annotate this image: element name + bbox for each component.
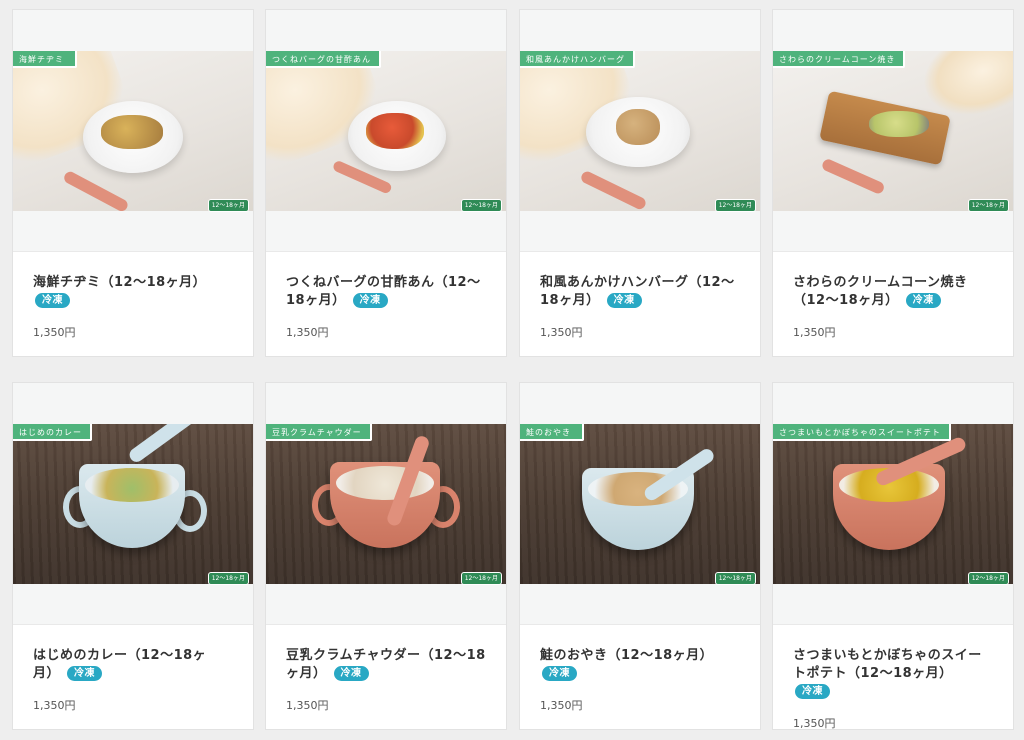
image-title-tag: さわらのクリームコーン焼き	[773, 51, 906, 68]
image-title-tag: さつまいもとかぼちゃのスイートポテト	[773, 424, 951, 441]
product-title[interactable]: 豆乳クラムチャウダー（12〜18ヶ月） 冷凍	[286, 647, 486, 683]
food-photo	[266, 51, 506, 211]
food-photo	[266, 424, 506, 584]
product-title[interactable]: さわらのクリームコーン焼き（12〜18ヶ月） 冷凍	[793, 274, 993, 310]
product-title[interactable]: 海鮮チヂミ（12〜18ヶ月） 冷凍	[33, 274, 233, 310]
frozen-badge: 冷凍	[35, 293, 70, 308]
product-card[interactable]: さわらのクリームコーン焼き 12〜18ヶ月 さわらのクリームコーン焼き（12〜1…	[772, 9, 1014, 357]
age-badge: 12〜18ヶ月	[460, 199, 502, 212]
product-price: 1,350円	[33, 699, 76, 712]
age-badge: 12〜18ヶ月	[967, 572, 1009, 585]
food-photo	[13, 424, 253, 584]
image-title-tag: 鮭のおやき	[520, 424, 584, 441]
food-photo	[773, 51, 1013, 211]
product-card[interactable]: 豆乳クラムチャウダー 12〜18ヶ月 豆乳クラムチャウダー（12〜18ヶ月） 冷…	[265, 382, 507, 730]
image-title-tag: つくねバーグの甘酢あん	[266, 51, 381, 68]
food-photo	[773, 424, 1013, 584]
food-photo	[520, 51, 760, 211]
product-card[interactable]: さつまいもとかぼちゃのスイートポテト 12〜18ヶ月 さつまいもとかぼちゃのスイ…	[772, 382, 1014, 730]
frozen-badge: 冷凍	[905, 293, 941, 308]
frozen-badge: 冷凍	[606, 293, 642, 308]
product-price: 1,350円	[286, 326, 329, 339]
product-title[interactable]: 和風あんかけハンバーグ（12〜18ヶ月） 冷凍	[540, 274, 740, 310]
product-grid: 海鮮チヂミ 12〜18ヶ月 海鮮チヂミ（12〜18ヶ月） 冷凍 1,350円 つ…	[0, 0, 1024, 740]
product-image[interactable]: さつまいもとかぼちゃのスイートポテト 12〜18ヶ月	[773, 383, 1013, 625]
product-image[interactable]: 豆乳クラムチャウダー 12〜18ヶ月	[266, 383, 506, 625]
product-title[interactable]: 鮭のおやき（12〜18ヶ月） 冷凍	[540, 647, 740, 683]
product-image[interactable]: さわらのクリームコーン焼き 12〜18ヶ月	[773, 10, 1013, 252]
frozen-badge: 冷凍	[67, 666, 103, 681]
product-card[interactable]: 海鮮チヂミ 12〜18ヶ月 海鮮チヂミ（12〜18ヶ月） 冷凍 1,350円	[12, 9, 254, 357]
image-title-tag: 豆乳クラムチャウダー	[266, 424, 372, 441]
product-title[interactable]: つくねバーグの甘酢あん（12〜18ヶ月） 冷凍	[286, 274, 486, 310]
product-title[interactable]: はじめのカレー（12〜18ヶ月） 冷凍	[33, 647, 233, 683]
product-price: 1,350円	[540, 326, 583, 339]
product-card[interactable]: はじめのカレー 12〜18ヶ月 はじめのカレー（12〜18ヶ月） 冷凍 1,35…	[12, 382, 254, 730]
product-image[interactable]: はじめのカレー 12〜18ヶ月	[13, 383, 253, 625]
frozen-badge: 冷凍	[542, 666, 577, 681]
product-image[interactable]: 鮭のおやき 12〜18ヶ月	[520, 383, 760, 625]
product-price: 1,350円	[540, 699, 583, 712]
age-badge: 12〜18ヶ月	[967, 199, 1009, 212]
product-image[interactable]: つくねバーグの甘酢あん 12〜18ヶ月	[266, 10, 506, 252]
product-title[interactable]: さつまいもとかぼちゃのスイートポテト（12〜18ヶ月） 冷凍	[793, 647, 993, 701]
age-badge: 12〜18ヶ月	[714, 199, 756, 212]
frozen-badge: 冷凍	[333, 666, 369, 681]
product-image[interactable]: 和風あんかけハンバーグ 12〜18ヶ月	[520, 10, 760, 252]
frozen-badge: 冷凍	[352, 293, 388, 308]
image-title-tag: はじめのカレー	[13, 424, 92, 441]
age-badge: 12〜18ヶ月	[207, 199, 249, 212]
product-price: 1,350円	[286, 699, 329, 712]
product-card[interactable]: 和風あんかけハンバーグ 12〜18ヶ月 和風あんかけハンバーグ（12〜18ヶ月）…	[519, 9, 761, 357]
product-price: 1,350円	[793, 717, 836, 730]
age-badge: 12〜18ヶ月	[714, 572, 756, 585]
product-price: 1,350円	[793, 326, 836, 339]
image-title-tag: 和風あんかけハンバーグ	[520, 51, 635, 68]
age-badge: 12〜18ヶ月	[207, 572, 249, 585]
product-card[interactable]: つくねバーグの甘酢あん 12〜18ヶ月 つくねバーグの甘酢あん（12〜18ヶ月）…	[265, 9, 507, 357]
frozen-badge: 冷凍	[795, 684, 830, 699]
product-card[interactable]: 鮭のおやき 12〜18ヶ月 鮭のおやき（12〜18ヶ月） 冷凍 1,350円	[519, 382, 761, 730]
food-photo	[13, 51, 253, 211]
image-title-tag: 海鮮チヂミ	[13, 51, 77, 68]
age-badge: 12〜18ヶ月	[460, 572, 502, 585]
product-image[interactable]: 海鮮チヂミ 12〜18ヶ月	[13, 10, 253, 252]
product-price: 1,350円	[33, 326, 76, 339]
food-photo	[520, 424, 760, 584]
